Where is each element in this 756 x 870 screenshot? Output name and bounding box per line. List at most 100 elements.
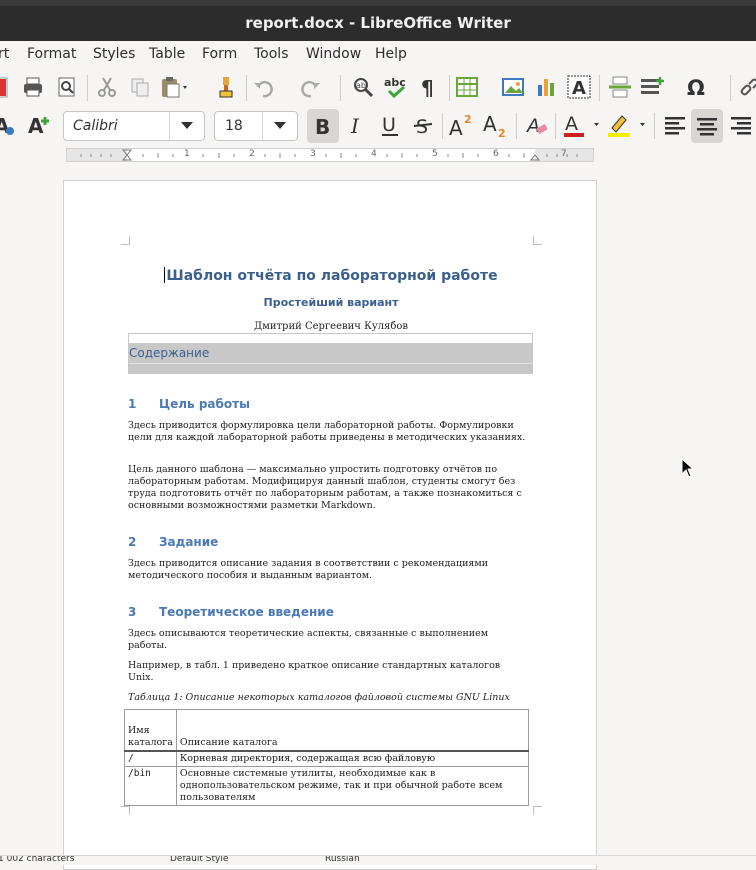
subscript-button[interactable]: A2 (482, 111, 510, 139)
print-icon[interactable] (19, 73, 47, 101)
update-style-icon[interactable]: A (0, 111, 18, 139)
menu-insert[interactable]: rt (0, 46, 9, 62)
cut-icon[interactable] (93, 73, 121, 101)
menu-table[interactable]: Table (149, 46, 185, 62)
redo-icon[interactable] (298, 73, 326, 101)
horizontal-ruler[interactable]: 1 2 3 4 5 6 7 (66, 148, 594, 162)
svg-text:I: I (350, 114, 360, 137)
ruler-number: 4 (371, 149, 377, 159)
insert-table-icon[interactable] (455, 73, 483, 101)
table-caption[interactable]: Таблица 1: Описание некоторых каталогов … (128, 692, 510, 703)
toolbar-separator (555, 113, 556, 139)
paragraph[interactable]: Цель данного шаблона — максимально упрос… (128, 464, 528, 512)
table-row: / Корневая директория, содержащая всю фа… (124, 750, 530, 767)
bold-button[interactable]: B (307, 109, 339, 143)
spellcheck-icon[interactable]: abc (382, 73, 410, 101)
status-page-style[interactable]: Default Style (170, 856, 228, 864)
menu-styles[interactable]: Styles (93, 46, 135, 62)
table-header-cell[interactable]: Имя каталога (124, 709, 177, 752)
align-right-button[interactable] (727, 111, 755, 139)
chevron-down-icon[interactable] (169, 112, 204, 140)
insert-field-icon[interactable] (639, 73, 667, 101)
directory-table[interactable]: Имя каталога Описание каталога / Корнева… (124, 709, 530, 806)
clear-formatting-icon[interactable]: A (523, 111, 551, 139)
ruler-number: 2 (249, 149, 255, 159)
undo-icon[interactable] (252, 73, 280, 101)
paste-icon[interactable] (159, 73, 187, 101)
toolbar-separator (516, 113, 517, 139)
svg-text:B: B (315, 115, 330, 138)
align-center-button[interactable] (691, 109, 723, 143)
insert-textbox-icon[interactable]: A (565, 73, 593, 101)
hyperlink-icon[interactable] (735, 73, 756, 101)
font-name-combobox[interactable]: Calibri (63, 111, 205, 141)
toolbar-separator (340, 75, 341, 101)
paragraph[interactable]: Здесь описываются теоретические аспекты,… (128, 628, 528, 652)
print-preview-icon[interactable] (53, 73, 81, 101)
svg-text:¶: ¶ (421, 76, 434, 99)
section-title: Теоретическое введение (159, 605, 334, 619)
svg-text:A: A (525, 115, 540, 137)
section-heading-3[interactable]: 3 Теоретическое введение (128, 605, 334, 619)
section-heading-2[interactable]: 2 Задание (128, 535, 218, 549)
font-size-combobox[interactable]: 18 (214, 111, 298, 141)
svg-text:A: A (449, 116, 463, 137)
find-replace-icon[interactable]: ab (349, 73, 377, 101)
toolbar-separator (246, 75, 247, 101)
strikethrough-button[interactable]: S (409, 111, 437, 139)
ruler-number: 5 (432, 149, 438, 159)
menu-window[interactable]: Window (306, 46, 361, 62)
table-row: /bin Основные системные утилиты, необход… (124, 766, 530, 806)
paragraph[interactable]: Например, в табл. 1 приведено краткое оп… (128, 660, 528, 684)
insert-chart-icon[interactable] (533, 73, 561, 101)
toolbar-separator (730, 75, 731, 101)
table-cell[interactable]: /bin (124, 766, 177, 806)
align-left-button[interactable] (661, 111, 689, 139)
menu-form[interactable]: Form (202, 46, 237, 62)
margin-corner (121, 236, 130, 245)
page-break-icon[interactable] (606, 73, 634, 101)
copy-icon[interactable] (126, 73, 154, 101)
paragraph[interactable]: Здесь приводится формулировка цели лабор… (128, 420, 528, 444)
paragraph[interactable]: Здесь приводится описание задания в соот… (128, 558, 528, 582)
table-header-cell[interactable]: Описание каталога (175, 709, 530, 752)
table-of-contents[interactable]: Содержание (128, 333, 533, 374)
toolbar-separator (654, 113, 655, 139)
svg-text:Ω: Ω (687, 76, 705, 99)
formatting-marks-icon[interactable]: ¶ (415, 73, 443, 101)
section-title: Задание (159, 535, 219, 549)
underline-button[interactable]: U (376, 111, 404, 139)
insert-image-icon[interactable] (500, 73, 528, 101)
new-style-icon[interactable]: A (25, 111, 53, 139)
highlight-color-icon[interactable] (606, 111, 650, 139)
window-titlebar: report.docx - LibreOffice Writer (0, 0, 756, 41)
status-word-count[interactable]: 1 002 characters (0, 856, 74, 864)
ruler-number: 6 (493, 149, 499, 159)
document-title[interactable]: Шаблон отчёта по лабораторной работе (128, 267, 534, 284)
document-page[interactable]: Шаблон отчёта по лабораторной работе Про… (63, 180, 597, 870)
special-character-icon[interactable]: Ω (686, 73, 714, 101)
svg-text:A: A (572, 78, 586, 99)
clone-formatting-icon[interactable] (212, 73, 240, 101)
pdf-icon[interactable] (0, 73, 14, 101)
document-author[interactable]: Дмитрий Сергеевич Кулябов (128, 321, 534, 332)
ruler-number: 3 (310, 149, 316, 159)
toc-label: Содержание (129, 346, 210, 360)
italic-button[interactable]: I (342, 111, 370, 139)
table-cell[interactable]: Основные системные утилиты, необходимые … (175, 766, 530, 806)
table-cell[interactable]: / (124, 750, 177, 767)
menu-tools[interactable]: Tools (254, 46, 289, 62)
font-color-icon[interactable]: A (562, 111, 604, 139)
chevron-down-icon[interactable] (262, 112, 297, 140)
superscript-button[interactable]: A2 (448, 111, 476, 139)
menu-format[interactable]: Format (27, 46, 76, 62)
table-cell[interactable]: Корневая директория, содержащая всю файл… (175, 750, 530, 767)
toc-band-divider (129, 363, 532, 364)
document-subtitle[interactable]: Простейший вариант (128, 296, 534, 309)
ruler-number: 7 (561, 149, 567, 159)
svg-text:ab: ab (356, 81, 366, 90)
section-heading-1[interactable]: 1 Цель работы (128, 397, 250, 411)
document-title-text: Шаблон отчёта по лабораторной работе (166, 268, 498, 284)
menu-help[interactable]: Help (375, 46, 407, 62)
status-language[interactable]: Russian (325, 856, 360, 864)
